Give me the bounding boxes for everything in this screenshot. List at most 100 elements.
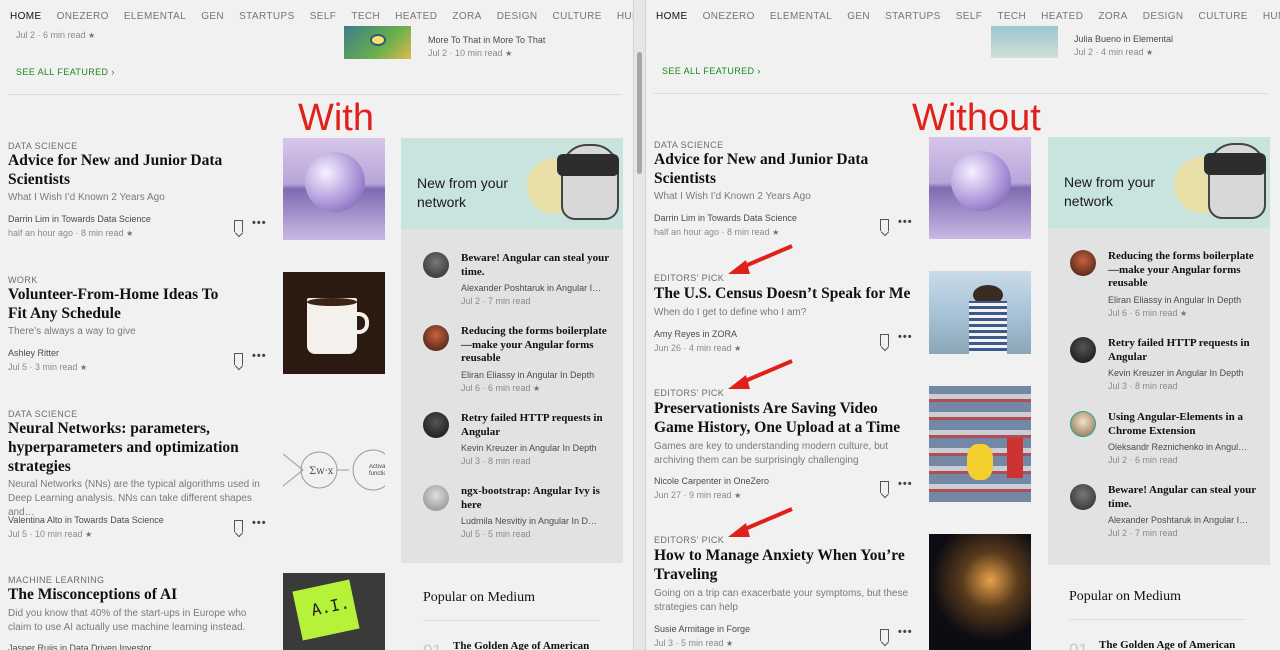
article-subtitle[interactable]: There’s always a way to give — [8, 325, 268, 339]
article-subtitle[interactable]: What I Wish I’d Known 2 Years Ago — [654, 190, 914, 204]
nav-heated[interactable]: HEATED — [1041, 11, 1083, 22]
nav-design[interactable]: DESIGN — [1143, 11, 1184, 22]
avatar — [423, 485, 449, 511]
article-title[interactable]: The Misconceptions of AI — [8, 585, 268, 604]
avatar — [423, 325, 449, 351]
bookmark-icon[interactable] — [880, 219, 889, 231]
nav-tech[interactable]: TECH — [351, 11, 380, 22]
network-item[interactable]: Retry failed HTTP requests in Angular Ke… — [1070, 337, 1265, 391]
nav-human-parts[interactable]: HUMAN PARTS — [617, 11, 633, 22]
nav-home[interactable]: HOME — [656, 11, 688, 22]
article-thumbnail[interactable] — [929, 271, 1031, 354]
avatar — [1070, 337, 1096, 363]
nav-startups[interactable]: STARTUPS — [239, 11, 295, 22]
article-title[interactable]: Volunteer-From-Home Ideas To Fit Any Sch… — [8, 285, 238, 323]
article-subtitle[interactable]: Did you know that 40% of the start-ups i… — [8, 607, 270, 635]
nav-elemental[interactable]: ELEMENTAL — [770, 11, 832, 22]
more-icon[interactable]: ••• — [252, 217, 267, 229]
article-author[interactable]: Susie Armitage in Forge — [654, 622, 750, 636]
top-nav: HOME ONEZERO ELEMENTAL GEN STARTUPS SELF… — [646, 0, 1280, 32]
featured-author[interactable]: Julia Bueno in Elemental — [1074, 32, 1173, 46]
article-thumbnail[interactable] — [929, 386, 1031, 502]
popular-item-title[interactable]: The Golden Age of American — [1099, 639, 1235, 650]
network-card: New from your network Beware! Angular ca… — [401, 138, 623, 563]
featured-thumbnail[interactable] — [344, 26, 411, 59]
network-item[interactable]: Beware! Angular can steal your time. Ale… — [423, 252, 618, 306]
nav-gen[interactable]: GEN — [201, 11, 224, 22]
bookmark-icon[interactable] — [880, 481, 889, 493]
article-thumbnail[interactable]: A.I. — [283, 573, 385, 650]
nav-culture[interactable]: CULTURE — [1199, 11, 1248, 22]
nav-home[interactable]: HOME — [10, 11, 42, 22]
article-author[interactable]: Darrin Lim in Towards Data Science — [8, 212, 151, 226]
article-author[interactable]: Jasper Ruijs in Data Driven Investor — [8, 641, 152, 650]
more-icon[interactable]: ••• — [898, 478, 913, 490]
bookmark-icon[interactable] — [880, 334, 889, 346]
more-icon[interactable]: ••• — [252, 350, 267, 362]
bookmark-icon[interactable] — [234, 520, 243, 532]
see-all-featured-link[interactable]: SEE ALL FEATURED › — [16, 67, 115, 77]
article-subtitle[interactable]: When do I get to define who I am? — [654, 306, 914, 320]
bookmark-icon[interactable] — [234, 353, 243, 365]
nn-node-label: Activation function — [369, 464, 385, 477]
nav-gen[interactable]: GEN — [847, 11, 870, 22]
network-header: New from your network — [1048, 137, 1270, 228]
nav-zora[interactable]: ZORA — [452, 11, 481, 22]
article-thumbnail[interactable] — [929, 534, 1031, 650]
article-title[interactable]: Preservationists Are Saving Video Game H… — [654, 399, 916, 437]
more-icon[interactable]: ••• — [898, 626, 913, 638]
article-title[interactable]: The U.S. Census Doesn’t Speak for Me — [654, 284, 914, 303]
nav-self[interactable]: SELF — [956, 11, 983, 22]
network-item[interactable]: Using Angular-Elements in a Chrome Exten… — [1070, 411, 1265, 465]
popular-item-title[interactable]: The Golden Age of American — [453, 640, 589, 650]
article-thumbnail[interactable]: Σw·x Activation function — [283, 420, 385, 522]
nav-onezero[interactable]: ONEZERO — [57, 11, 109, 22]
article-subtitle[interactable]: Games are key to understanding modern cu… — [654, 440, 916, 468]
avatar — [1070, 411, 1096, 437]
nav-self[interactable]: SELF — [310, 11, 337, 22]
article-thumbnail[interactable] — [929, 137, 1031, 239]
nav-design[interactable]: DESIGN — [497, 11, 538, 22]
article-title[interactable]: Neural Networks: parameters, hyperparame… — [8, 419, 258, 476]
nav-onezero[interactable]: ONEZERO — [703, 11, 755, 22]
section-divider — [8, 94, 622, 95]
article-title[interactable]: Advice for New and Junior Data Scientist… — [8, 151, 248, 189]
nav-culture[interactable]: CULTURE — [553, 11, 602, 22]
article-date: Jul 5 · 3 min read ★ — [8, 362, 88, 372]
nav-startups[interactable]: STARTUPS — [885, 11, 941, 22]
nav-tech[interactable]: TECH — [997, 11, 1026, 22]
article-thumbnail[interactable] — [283, 138, 385, 240]
article-author[interactable]: Valentina Alto in Towards Data Science — [8, 513, 164, 527]
article-author[interactable]: Nicole Carpenter in OneZero — [654, 474, 769, 488]
network-title: New from your network — [417, 175, 509, 210]
svg-text:Σw·x: Σw·x — [309, 466, 334, 477]
nav-human-parts[interactable]: HUMAN PARTS — [1263, 11, 1280, 22]
article-title[interactable]: Advice for New and Junior Data Scientist… — [654, 150, 894, 188]
article-subtitle[interactable]: What I Wish I’d Known 2 Years Ago — [8, 191, 268, 205]
network-item[interactable]: Reducing the forms boilerplate—make your… — [423, 325, 618, 393]
bookmark-icon[interactable] — [234, 220, 243, 232]
article-title[interactable]: How to Manage Anxiety When You’re Travel… — [654, 546, 916, 584]
annotation-with: With — [298, 97, 374, 139]
article-thumbnail[interactable] — [283, 272, 385, 374]
network-item[interactable]: Reducing the forms boilerplate—make your… — [1070, 250, 1265, 318]
network-item[interactable]: Beware! Angular can steal your time. Ale… — [1070, 484, 1265, 538]
nav-heated[interactable]: HEATED — [395, 11, 437, 22]
featured-author[interactable]: More To That in More To That — [428, 33, 545, 47]
see-all-featured-link[interactable]: SEE ALL FEATURED › — [662, 66, 761, 76]
featured-thumbnail[interactable] — [991, 26, 1058, 58]
nav-elemental[interactable]: ELEMENTAL — [124, 11, 186, 22]
article-author[interactable]: Darrin Lim in Towards Data Science — [654, 211, 797, 225]
network-item[interactable]: Retry failed HTTP requests in Angular Ke… — [423, 412, 618, 466]
article-author[interactable]: Amy Reyes in ZORA — [654, 327, 737, 341]
network-item[interactable]: ngx-bootstrap: Angular Ivy is here Ludmi… — [423, 485, 618, 539]
more-icon[interactable]: ••• — [252, 517, 267, 529]
more-icon[interactable]: ••• — [898, 331, 913, 343]
article-author[interactable]: Ashley Ritter — [8, 346, 59, 360]
avatar — [1070, 250, 1096, 276]
scrollbar-thumb[interactable] — [637, 52, 642, 174]
nav-zora[interactable]: ZORA — [1098, 11, 1127, 22]
article-subtitle[interactable]: Going on a trip can exacerbate your symp… — [654, 587, 916, 615]
bookmark-icon[interactable] — [880, 629, 889, 641]
more-icon[interactable]: ••• — [898, 216, 913, 228]
